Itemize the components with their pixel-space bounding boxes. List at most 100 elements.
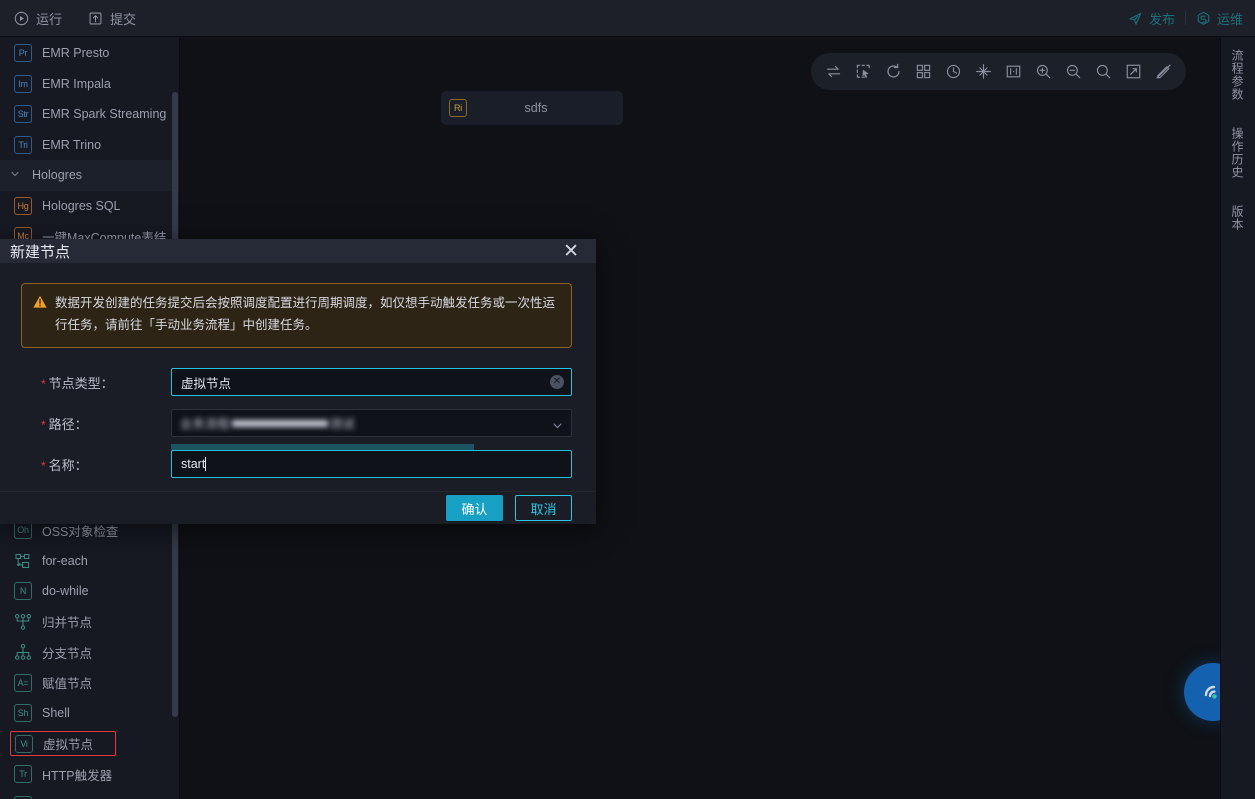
sidebar-item-emr-spark-streaming[interactable]: Str EMR Spark Streaming: [0, 99, 179, 130]
top-toolbar-right: 发布 运维: [1128, 9, 1255, 28]
sidebar-group-label: Hologres: [32, 168, 83, 183]
sidebar-item-label: 虚拟节点: [43, 738, 94, 753]
warning-triangle-icon: [33, 295, 47, 309]
field-row-name: * 名称： start: [21, 444, 572, 479]
node-type-badge: Tri: [14, 135, 32, 154]
name-input[interactable]: start: [171, 450, 572, 479]
required-star: *: [41, 417, 46, 432]
sidebar-item-label: EMR Spark Streaming: [42, 107, 167, 122]
publish-button[interactable]: 发布: [1128, 9, 1175, 28]
rail-item-operation-history[interactable]: 操作历史: [1230, 127, 1246, 179]
lasso-select-icon[interactable]: [854, 62, 873, 81]
path-label-text: 路径：: [48, 416, 88, 432]
sidebar-item-label: for-each: [42, 553, 88, 568]
play-circle-icon: [14, 11, 29, 26]
sidebar-item-do-while[interactable]: N do-while: [0, 576, 179, 607]
dialog-title: 新建节点: [10, 243, 71, 261]
publish-label: 发布: [1148, 11, 1175, 27]
zoom-out-icon[interactable]: [1064, 62, 1083, 81]
sidebar-item-assign-node[interactable]: A= 赋值节点: [0, 668, 179, 699]
sidebar-item-label: Hologres SQL: [42, 198, 121, 213]
run-label: 运行: [36, 11, 63, 27]
zoom-in-icon[interactable]: [1034, 62, 1053, 81]
node-type-badge: Tr: [14, 765, 32, 784]
chevron-down-icon[interactable]: [552, 418, 563, 436]
confirm-button[interactable]: 确认: [446, 495, 503, 522]
name-label-text: 名称：: [48, 457, 88, 473]
sidebar-item-label: EMR Trino: [42, 137, 102, 152]
node-type-control: ✕: [171, 368, 572, 397]
sidebar-item-emr-presto[interactable]: Pr EMR Presto: [0, 38, 179, 69]
node-type-label-text: 节点类型：: [48, 375, 114, 391]
sidebar-group-hologres[interactable]: Hologres: [0, 160, 179, 191]
sidebar-item-for-each[interactable]: for-each: [0, 546, 179, 577]
sidebar-item-label: 归并节点: [42, 616, 93, 631]
node-type-badge: Pr: [14, 44, 32, 63]
sidebar-item-label: 跨租户节点: [42, 795, 105, 799]
for-each-icon: [14, 552, 32, 570]
node-type-badge: Str: [14, 105, 32, 124]
fullscreen-icon[interactable]: [1124, 62, 1143, 81]
top-toolbar-left: 运行 提交: [0, 6, 140, 31]
node-type-badge: Im: [14, 74, 32, 93]
warning-text: 数据开发创建的任务提交后会按照调度配置进行周期调度，如仅想手动触发任务或一次性运…: [55, 296, 556, 333]
sidebar-item-virtual-node[interactable]: Vi 虚拟节点: [0, 729, 179, 760]
sidebar-item-hologres-sql[interactable]: Hg Hologres SQL: [0, 191, 179, 222]
name-label: * 名称：: [21, 455, 171, 474]
required-star: *: [41, 376, 46, 391]
ops-label: 运维: [1216, 11, 1243, 27]
field-row-path: * 路径： 业务流程 测试: [21, 409, 572, 438]
flow-node-sdfs[interactable]: Ri sdfs: [441, 91, 623, 125]
sidebar-item-label: do-while: [42, 584, 89, 599]
zoom-reset-icon[interactable]: [1094, 62, 1113, 81]
run-button[interactable]: 运行: [10, 6, 66, 31]
sidebar-item-emr-impala[interactable]: Im EMR Impala: [0, 69, 179, 100]
submit-button[interactable]: 提交: [84, 6, 140, 31]
new-node-dialog: 新建节点 ✕ 数据开发创建的任务提交后会按照调度配置进行周期调度，如仅想手动触发…: [0, 239, 596, 524]
sidebar-item-http-trigger[interactable]: Tr HTTP触发器: [0, 759, 179, 790]
center-align-icon[interactable]: [974, 62, 993, 81]
node-type-badge: Ri: [449, 99, 467, 117]
grid-layout-icon[interactable]: [914, 62, 933, 81]
rail-item-flow-params[interactable]: 流程参数: [1230, 49, 1246, 101]
sidebar-upper-list: Pr EMR Presto Im EMR Impala Str EMR Spar…: [0, 37, 179, 252]
refresh-icon[interactable]: [884, 62, 903, 81]
text-cursor: [205, 457, 207, 472]
clear-icon[interactable]: ✕: [550, 375, 564, 390]
sidebar-item-label: 分支节点: [42, 646, 93, 661]
close-icon[interactable]: ✕: [560, 240, 582, 263]
field-row-node-type: *节点类型： ✕: [21, 368, 572, 397]
canvas-toolbar: [811, 53, 1186, 90]
node-type-badge: Sh: [14, 704, 32, 723]
node-type-badge: Hg: [14, 196, 32, 215]
sidebar-item-shell[interactable]: Sh Shell: [0, 698, 179, 729]
dialog-footer: 确认 取消: [0, 491, 596, 524]
flow-node-label: sdfs: [524, 101, 548, 115]
branch-icon: [14, 643, 32, 661]
fit-width-icon[interactable]: [1004, 62, 1023, 81]
sidebar-item-label: 赋值节点: [42, 677, 93, 692]
ops-button[interactable]: 运维: [1196, 9, 1243, 28]
rail-item-version[interactable]: 版本: [1230, 205, 1246, 231]
warning-banner: 数据开发创建的任务提交后会按照调度配置进行周期调度，如仅想手动触发任务或一次性运…: [21, 283, 572, 349]
sidebar-item-label: Shell: [42, 706, 70, 721]
sidebar-item-branch-node[interactable]: 分支节点: [0, 637, 179, 668]
dialog-header: 新建节点 ✕: [0, 239, 596, 264]
sidebar-item-emr-trino[interactable]: Tri EMR Trino: [0, 130, 179, 161]
clock-icon[interactable]: [944, 62, 963, 81]
cancel-button[interactable]: 取消: [515, 495, 572, 522]
sidebar-item-label: EMR Impala: [42, 76, 111, 91]
node-type-badge: A=: [14, 673, 32, 692]
sidebar-item-label: HTTP触发器: [42, 768, 113, 783]
node-type-badge: N: [14, 582, 32, 601]
sidebar-item-merge-node[interactable]: 归并节点: [0, 607, 179, 638]
send-rocket-icon: [1128, 11, 1143, 26]
sidebar-scrollbar-lower[interactable]: [172, 497, 178, 717]
swap-icon[interactable]: [824, 62, 843, 81]
disable-edit-icon[interactable]: [1154, 62, 1173, 81]
sidebar-item-cross-tenant-node[interactable]: Q 跨租户节点: [0, 790, 179, 799]
path-select[interactable]: [171, 409, 572, 438]
node-type-input[interactable]: [171, 368, 572, 397]
path-label: * 路径：: [21, 414, 171, 433]
required-star: *: [41, 458, 46, 473]
